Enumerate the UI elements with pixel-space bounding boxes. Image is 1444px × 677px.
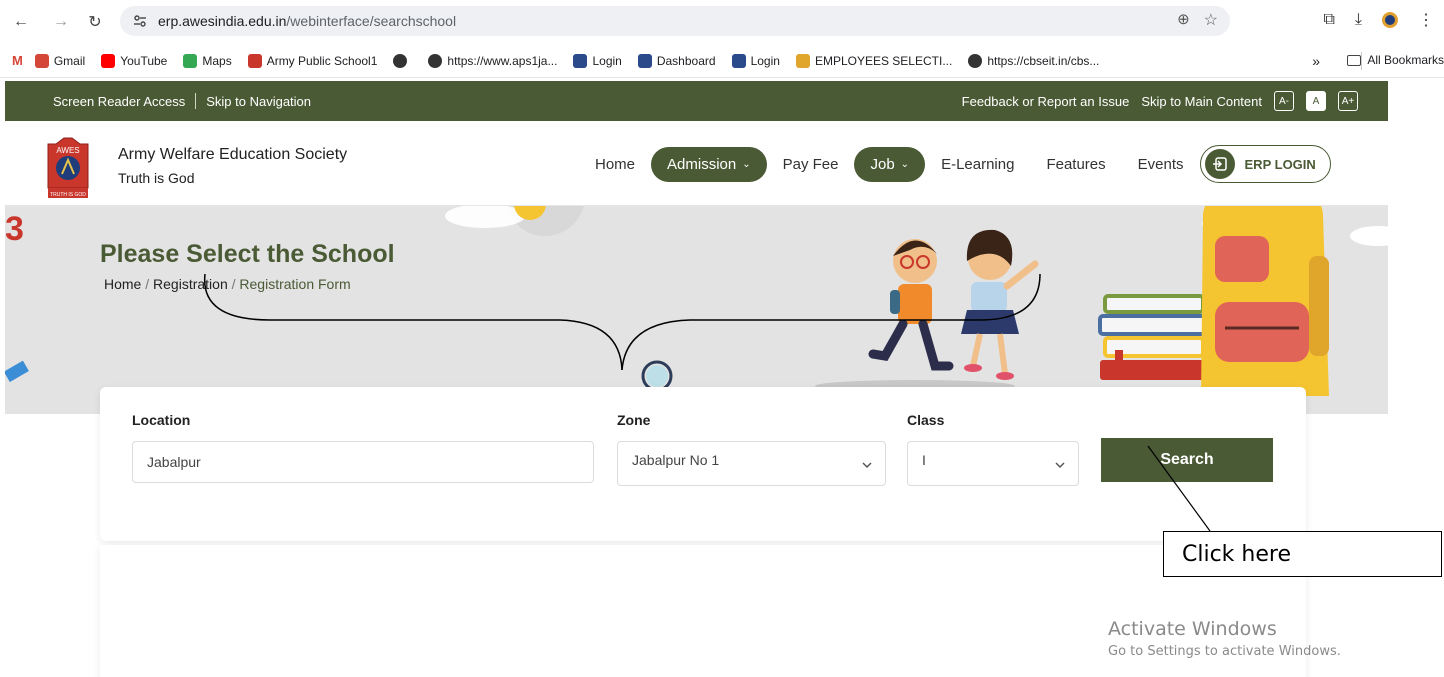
folder-icon [1347, 54, 1362, 66]
skip-navigation-link[interactable]: Skip to Navigation [206, 94, 311, 109]
main-nav: Home Admission ⌄ Pay Fee Job ⌄ E-Learning … [579, 145, 1331, 183]
accessibility-strip: Screen Reader Access Skip to Navigation … [5, 81, 1388, 121]
erp-login-button[interactable]: ERP LOGIN [1199, 145, 1331, 183]
location-label: Location [132, 412, 191, 428]
bookmark-item[interactable]: YouTube [101, 53, 167, 68]
font-normal-button[interactable]: A [1306, 91, 1326, 111]
browser-toolbar: ← → ↻ erp.awesindia.edu.in/webinterface/… [0, 0, 1444, 44]
feedback-link[interactable]: Feedback or Report an Issue [962, 94, 1130, 109]
menu-dots-icon[interactable]: ⋮ [1418, 10, 1434, 30]
bookmarks-overflow-icon[interactable]: » [1312, 53, 1320, 69]
download-icon[interactable]: ⤓ [1355, 11, 1362, 29]
class-label: Class [907, 412, 945, 428]
bookmark-item[interactable]: Maps [183, 53, 232, 68]
profile-avatar-icon[interactable] [1382, 12, 1398, 28]
screen-reader-link[interactable]: Screen Reader Access [53, 94, 185, 109]
nav-elearning[interactable]: E-Learning [925, 156, 1030, 173]
banner-illustration: 3 [5, 206, 1388, 396]
org-name: Army Welfare Education Society [118, 146, 348, 163]
reload-icon[interactable]: ↻ [84, 11, 106, 33]
awes-logo[interactable]: AWES TRUTH IS GOD [42, 136, 94, 200]
bookmarks-bar: M Gmail YouTube Maps Army Public School1 htt… [0, 44, 1444, 78]
portal-icon [637, 53, 652, 68]
site-header: AWES TRUTH IS GOD Army Welfare Education… [5, 121, 1388, 206]
school-search-form: Location Jabalpur Zone Jabalpur No 1 Cla… [100, 387, 1306, 541]
breadcrumb: Home / Registration / Registration Form [104, 276, 351, 292]
divider [195, 93, 197, 109]
address-bar[interactable]: erp.awesindia.edu.in/webinterface/search… [120, 6, 1230, 36]
bookmark-item[interactable]: Login [731, 53, 780, 68]
nav-events[interactable]: Events [1122, 156, 1200, 173]
extensions-icon[interactable]: ⧉ [1323, 11, 1334, 29]
employee-icon [795, 53, 810, 68]
page-banner: 3 Please Select the School Home / Regist… [5, 206, 1388, 414]
font-decrease-button[interactable]: A- [1274, 91, 1294, 111]
breadcrumb-separator: / [231, 276, 236, 292]
globe-icon [428, 53, 443, 68]
gmail-icon [34, 53, 49, 68]
corner-digit: 3 [5, 210, 24, 248]
logo-top-text: AWES [56, 146, 79, 155]
tagline: Truth is God [118, 170, 195, 186]
portal-icon [573, 53, 588, 68]
chevron-down-icon: ⌄ [900, 158, 910, 170]
bookmark-item[interactable]: Army Public School1 [247, 53, 377, 68]
nav-job[interactable]: Job ⌄ [854, 146, 926, 182]
page-title: Please Select the School [100, 240, 395, 268]
bookmark-item[interactable]: EMPLOYEES SELECTI... [795, 53, 952, 68]
site-settings-icon[interactable] [128, 9, 152, 33]
bookmark-star-icon[interactable]: ☆ [1204, 10, 1218, 30]
chevron-down-icon: ⌄ [742, 158, 751, 170]
class-select[interactable]: I [907, 441, 1079, 486]
nav-home[interactable]: Home [579, 156, 651, 173]
breadcrumb-separator: / [145, 276, 150, 292]
login-icon [1204, 149, 1235, 179]
all-bookmarks[interactable]: All Bookmarks [1347, 53, 1444, 67]
logo-bottom-text: TRUTH IS GOD [50, 192, 86, 198]
bookmark-item[interactable]: Dashboard [637, 53, 716, 68]
forward-arrow-icon[interactable]: → [50, 11, 72, 33]
breadcrumb-current: Registration Form [239, 276, 351, 292]
school-icon [247, 53, 262, 68]
skip-main-link[interactable]: Skip to Main Content [1141, 94, 1262, 109]
back-arrow-icon[interactable]: ← [10, 11, 32, 33]
bookmark-item[interactable] [393, 53, 412, 68]
maps-icon [183, 53, 198, 68]
search-button[interactable]: Search [1101, 438, 1273, 482]
zoom-icon[interactable]: ⊕ [1177, 10, 1190, 30]
brand: Army Welfare Education Society Truth is … [118, 146, 347, 186]
click-here-callout: Click here [1163, 531, 1442, 577]
breadcrumb-home[interactable]: Home [104, 276, 141, 292]
youtube-icon [101, 53, 116, 68]
bookmark-item[interactable]: Gmail [34, 53, 85, 68]
activation-watermark: Activate Windows Go to Settings to activ… [1108, 618, 1341, 659]
chevron-down-icon [1055, 462, 1065, 469]
location-input[interactable]: Jabalpur [132, 441, 594, 483]
bookmark-item[interactable]: Login [573, 53, 622, 68]
breadcrumb-registration[interactable]: Registration [153, 276, 228, 292]
nav-pay-fee[interactable]: Pay Fee [767, 156, 855, 173]
zone-label: Zone [617, 412, 651, 428]
globe-icon [968, 53, 983, 68]
globe-icon [393, 53, 408, 68]
nav-features[interactable]: Features [1030, 156, 1121, 173]
nav-admission[interactable]: Admission ⌄ [651, 146, 767, 182]
zone-select[interactable]: Jabalpur No 1 [617, 441, 886, 486]
gmail-app-icon[interactable]: M [12, 53, 23, 68]
bookmark-item[interactable]: https://cbseit.in/cbs... [968, 53, 1099, 68]
font-increase-button[interactable]: A+ [1338, 91, 1358, 111]
portal-icon [731, 53, 746, 68]
bookmark-item[interactable]: https://www.aps1ja... [428, 53, 557, 68]
chevron-down-icon [862, 462, 872, 469]
url-text[interactable]: erp.awesindia.edu.in/webinterface/search… [158, 13, 456, 29]
